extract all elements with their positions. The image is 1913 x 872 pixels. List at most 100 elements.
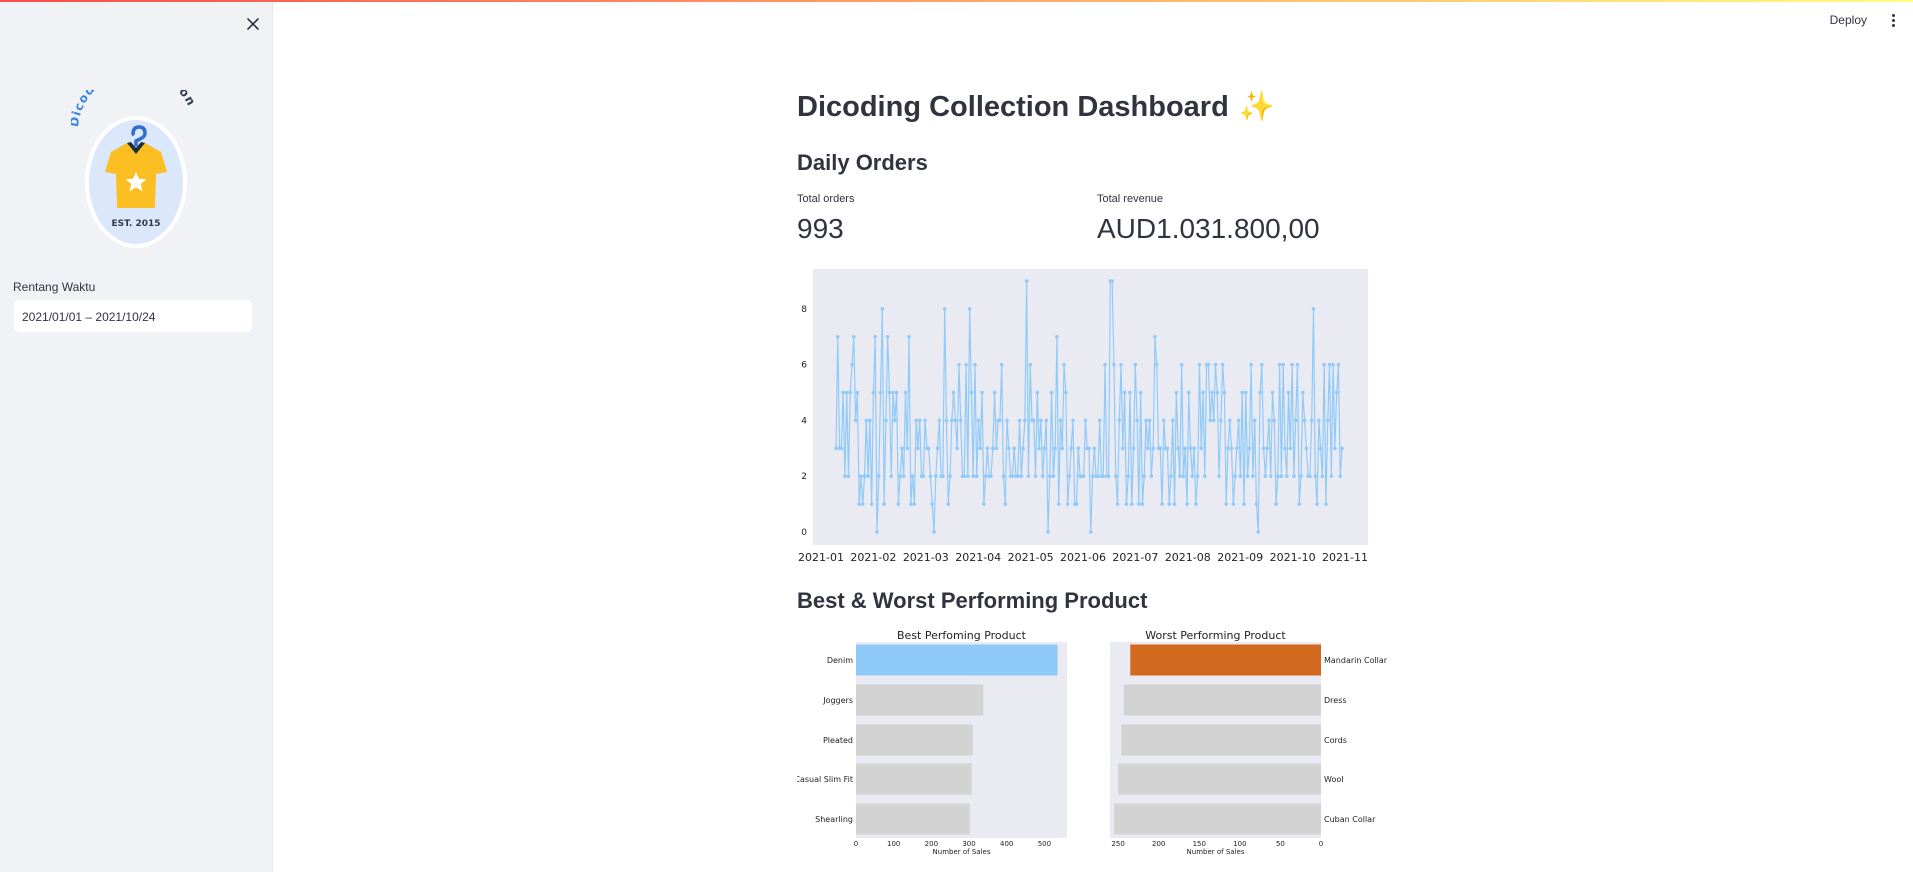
best-worst-charts: Best Perfoming Product Denim Joggers Pleate… xyxy=(797,629,1387,856)
best-bar xyxy=(856,803,970,835)
data-point xyxy=(1087,446,1091,451)
best-category-label: Denim xyxy=(827,656,853,665)
best-bar xyxy=(856,684,984,716)
data-point xyxy=(1106,474,1111,479)
data-point xyxy=(962,474,967,479)
data-point xyxy=(1128,390,1132,395)
data-point xyxy=(1119,362,1123,367)
data-point xyxy=(1251,474,1255,479)
data-point xyxy=(941,474,945,479)
data-point xyxy=(1179,362,1184,367)
data-point xyxy=(844,390,849,395)
data-point xyxy=(973,362,977,367)
data-point xyxy=(1333,446,1337,451)
data-point xyxy=(1005,418,1009,423)
data-point xyxy=(1010,474,1015,479)
data-point xyxy=(1302,418,1307,423)
worst-bar xyxy=(1118,763,1321,795)
data-point xyxy=(866,474,870,479)
logo: Dicoding Collection EST. 2015 xyxy=(67,62,201,255)
data-point xyxy=(1256,530,1261,534)
data-point xyxy=(1231,502,1236,506)
data-point xyxy=(1103,362,1107,367)
worst-category-label: Dress xyxy=(1324,696,1347,705)
data-point xyxy=(1153,334,1157,339)
data-point xyxy=(903,390,908,395)
data-point xyxy=(1185,502,1189,506)
data-point xyxy=(1151,446,1155,451)
logo-arc-text-blue: Dicoding xyxy=(71,90,118,128)
data-point xyxy=(999,362,1004,367)
date-range-input[interactable]: 2021/01/01 – 2021/10/24 xyxy=(13,299,253,333)
data-point xyxy=(873,334,877,339)
data-point xyxy=(969,390,974,395)
data-point xyxy=(923,418,927,423)
sidebar: Dicoding Collection EST. 2015 Rentang Wa… xyxy=(0,2,273,872)
data-point xyxy=(928,474,933,479)
data-point xyxy=(1210,390,1214,395)
data-point xyxy=(1124,502,1129,506)
data-point xyxy=(971,474,975,479)
data-point xyxy=(1217,474,1221,479)
data-point xyxy=(1049,390,1054,395)
data-point xyxy=(862,474,867,479)
data-point xyxy=(1338,474,1343,479)
data-point xyxy=(1263,474,1268,479)
data-point xyxy=(1329,474,1334,479)
y-tick-label: 6 xyxy=(801,361,807,371)
best-x-tick-label: 0 xyxy=(854,840,858,848)
x-tick-label: 2021-03 xyxy=(903,551,949,564)
data-point xyxy=(1178,474,1182,479)
close-sidebar-button[interactable] xyxy=(243,14,263,34)
data-point xyxy=(951,390,956,395)
sparkles-icon: ✨ xyxy=(1238,91,1275,123)
data-point xyxy=(1031,418,1036,423)
x-tick-label: 2021-05 xyxy=(1008,551,1054,564)
metric-value: AUD1.031.800,00 xyxy=(1097,213,1320,244)
y-tick-label: 0 xyxy=(801,528,807,538)
data-point xyxy=(926,446,931,451)
data-point xyxy=(1215,390,1220,395)
data-point xyxy=(859,474,863,479)
data-point xyxy=(1126,474,1130,479)
data-point xyxy=(1012,446,1016,451)
data-point xyxy=(1067,474,1072,479)
deploy-button[interactable]: Deploy xyxy=(1820,9,1877,31)
data-point xyxy=(998,418,1002,423)
data-point xyxy=(1297,502,1302,506)
data-point xyxy=(1146,446,1150,451)
data-point xyxy=(1007,446,1011,451)
data-point xyxy=(839,446,844,451)
data-point xyxy=(1172,502,1177,506)
logo-est-text: EST. 2015 xyxy=(111,219,160,229)
metric-label: Total revenue xyxy=(1097,193,1164,205)
data-point xyxy=(937,418,942,423)
data-point xyxy=(1142,474,1147,479)
data-point xyxy=(1272,418,1277,423)
data-point xyxy=(898,474,902,479)
data-point xyxy=(1051,474,1056,479)
data-point xyxy=(1056,502,1061,506)
worst-bar xyxy=(1121,724,1321,756)
kebab-dot-icon xyxy=(1891,13,1895,17)
data-point xyxy=(1021,446,1025,451)
data-point xyxy=(885,334,890,339)
data-point xyxy=(905,446,910,451)
main-menu-button[interactable] xyxy=(1883,8,1903,32)
x-tick-label: 2021-06 xyxy=(1060,551,1106,564)
data-point xyxy=(882,502,886,506)
data-point xyxy=(1186,390,1191,395)
best-category-label: Casual Slim Fit xyxy=(797,775,853,784)
data-point xyxy=(967,307,972,311)
data-point xyxy=(857,502,861,506)
data-point xyxy=(900,446,904,451)
data-point xyxy=(1112,362,1116,367)
data-point xyxy=(944,418,949,423)
data-point xyxy=(1325,418,1330,423)
data-point xyxy=(848,390,853,395)
data-point xyxy=(1092,446,1097,451)
data-point xyxy=(1222,390,1227,395)
data-point xyxy=(1081,474,1086,479)
data-point xyxy=(916,446,920,451)
data-point xyxy=(1188,446,1193,451)
